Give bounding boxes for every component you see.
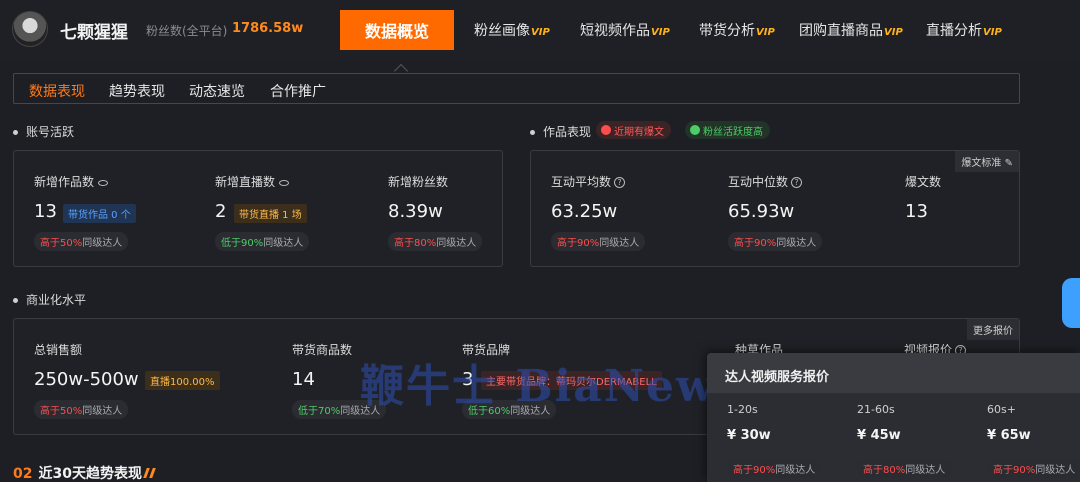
nav-tab-group-live-products[interactable]: 团购直播商品VIP: [799, 20, 903, 40]
eye-icon[interactable]: [279, 179, 290, 186]
account-name: 七颗猩猩: [60, 23, 128, 43]
tag-sales-lives: 带货直播 1 场: [234, 204, 307, 223]
section-title-activity: 账号活跃: [13, 123, 74, 140]
compare-badge: 高于90%同级达人: [987, 459, 1080, 478]
floating-side-button[interactable]: [1062, 278, 1080, 328]
quote-price: ¥ 65w: [987, 428, 1031, 443]
metric-value-total-sales: 250w-500w: [34, 369, 139, 390]
metric-value-new-lives: 2: [215, 201, 227, 222]
help-icon[interactable]: ?: [614, 177, 626, 188]
sub-tabs: 数据表现 趋势表现 动态速览 合作推广: [13, 73, 1020, 104]
help-icon[interactable]: ?: [791, 177, 803, 188]
compare-badge: 高于90%同级达人: [728, 232, 823, 251]
subtab-data-performance[interactable]: 数据表现: [29, 81, 85, 101]
compare-badge: 高于80%同级达人: [857, 459, 952, 478]
section-title-trend: 02 近30天趋势表现: [13, 463, 156, 482]
section-title-commerce: 商业化水平: [13, 291, 86, 308]
quote-range: 1-20s: [727, 403, 758, 416]
quote-range: 60s+: [987, 403, 1016, 416]
watermark: 鞭牛士 BiaNews: [360, 361, 743, 412]
section-title-works: 作品表现: [530, 123, 591, 140]
popup-title: 达人视频服务报价: [707, 353, 1080, 393]
metric-label-avg-interaction: 互动平均数?: [551, 173, 626, 190]
edit-icon: ✎: [1004, 158, 1013, 169]
fire-icon: [601, 125, 611, 135]
metric-value-median-interaction: 65.93w: [728, 201, 795, 222]
tag-sales-works: 带货作品 0 个: [63, 204, 136, 223]
quote-range: 21-60s: [857, 403, 895, 416]
tag-live-share: 直播100.00%: [145, 371, 220, 390]
metric-value-new-fans: 8.39w: [388, 201, 443, 222]
metric-value-new-works: 13: [34, 201, 57, 222]
fans-label: 粉丝数(全平台): [146, 24, 228, 38]
nav-tab-overview[interactable]: 数据概览: [340, 10, 454, 50]
decor-slash-icon: [149, 468, 156, 478]
metric-value-hot-posts: 13: [905, 201, 928, 222]
metric-value-avg-interaction: 63.25w: [551, 201, 618, 222]
compare-badge: 高于90%同级达人: [727, 459, 822, 478]
nav-tab-short-videos[interactable]: 短视频作品VIP: [580, 20, 670, 40]
activity-card: 新增作品数 13 带货作品 0 个 高于50%同级达人 新增直播数 2 带货直播…: [13, 150, 503, 267]
compare-badge: 高于50%同级达人: [34, 400, 129, 419]
hot-standard-button[interactable]: 爆文标准 ✎: [955, 151, 1019, 172]
nav-tab-sales-analysis[interactable]: 带货分析VIP: [699, 20, 775, 40]
quote-price: ¥ 30w: [727, 428, 771, 443]
nav-tab-fans-profile[interactable]: 粉丝画像VIP: [474, 20, 550, 40]
badge-fans-active: 粉丝活跃度高: [685, 121, 770, 139]
compare-badge: 高于80%同级达人: [388, 232, 483, 251]
nav-tab-live-analysis[interactable]: 直播分析VIP: [926, 20, 1002, 40]
compare-badge: 低于90%同级达人: [215, 232, 310, 251]
metric-label-new-lives: 新增直播数: [215, 173, 290, 190]
eye-icon[interactable]: [98, 179, 109, 186]
metric-label-product-count: 带货商品数: [292, 343, 353, 357]
metric-label-new-fans: 新增粉丝数: [388, 175, 449, 189]
metric-label-hot-posts: 爆文数: [905, 175, 942, 189]
video-quote-popup: 达人视频服务报价 1-20s ¥ 30w 高于90%同级达人 21-60s ¥ …: [707, 353, 1080, 482]
compare-badge: 高于90%同级达人: [551, 232, 646, 251]
quote-price: ¥ 45w: [857, 428, 901, 443]
metric-label-new-works: 新增作品数: [34, 173, 109, 190]
subtab-trend[interactable]: 趋势表现: [109, 81, 165, 101]
subtab-cooperation[interactable]: 合作推广: [270, 81, 326, 101]
top-bar: 七颗猩猩 粉丝数(全平台) 1786.58w 数据概览 粉丝画像VIP 短视频作…: [0, 0, 1080, 62]
subtab-dynamics[interactable]: 动态速览: [189, 81, 245, 101]
metric-label-median-interaction: 互动中位数?: [728, 173, 803, 190]
badge-hot-posts: 近期有爆文: [596, 121, 671, 139]
more-quotes-button[interactable]: 更多报价: [967, 319, 1019, 340]
compare-badge: 高于50%同级达人: [34, 232, 129, 251]
user-icon: [690, 125, 700, 135]
avatar[interactable]: [12, 11, 48, 47]
metric-value-product-count: 14: [292, 369, 315, 390]
fans-value: 1786.58w: [232, 21, 304, 36]
metric-label-total-sales: 总销售额: [34, 343, 83, 357]
works-card: 爆文标准 ✎ 互动平均数? 63.25w 高于90%同级达人 互动中位数? 65…: [530, 150, 1020, 267]
